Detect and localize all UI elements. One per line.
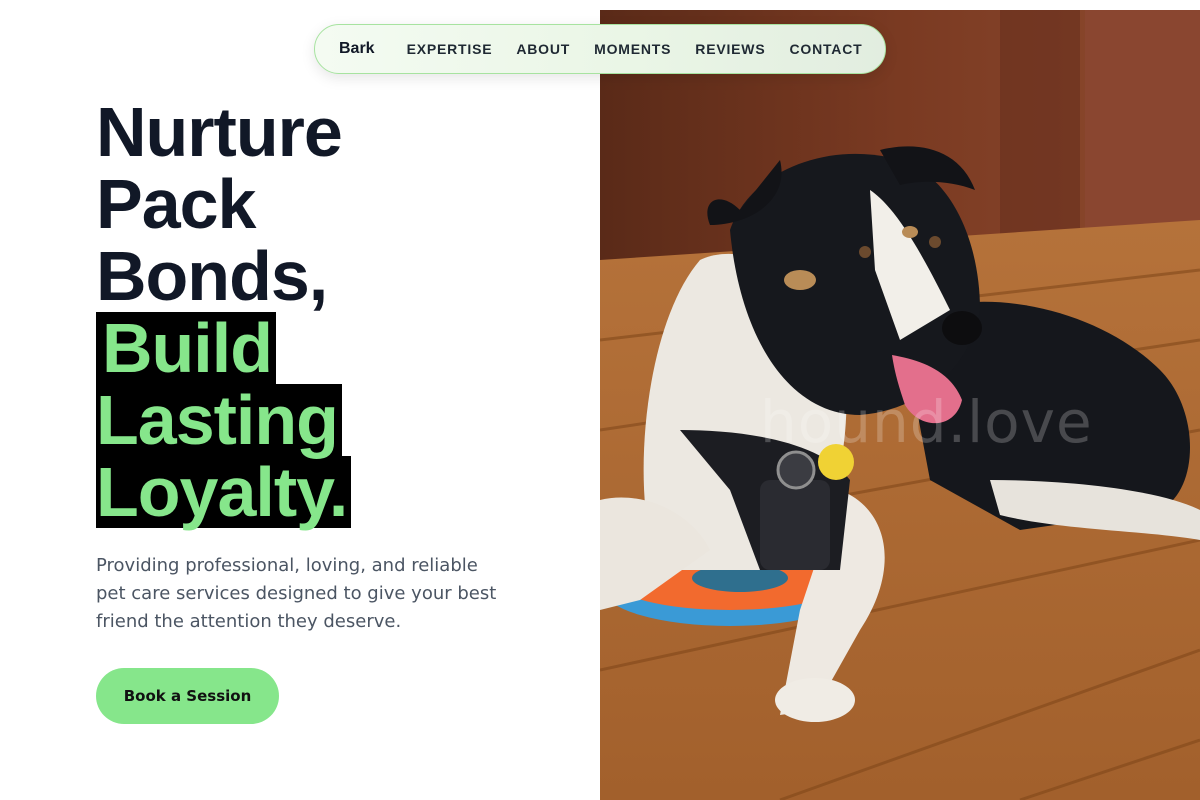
- watermark-text: hound.love: [760, 388, 1093, 456]
- hero-headline: Nurture Pack Bonds, Build Lasting Loyalt…: [96, 93, 352, 528]
- headline-line-1: Nurture: [96, 93, 343, 171]
- headline-line-2: Pack: [96, 165, 256, 243]
- headline-highlight-line-3: Loyalty.: [96, 456, 352, 528]
- brand-logo[interactable]: Bark: [339, 40, 375, 58]
- hero-subtext: Providing professional, loving, and reli…: [96, 555, 497, 632]
- nav-link-contact[interactable]: CONTACT: [789, 41, 862, 57]
- nav-link-expertise[interactable]: EXPERTISE: [407, 41, 493, 57]
- nav-link-moments[interactable]: MOMENTS: [594, 41, 671, 57]
- nav-link-reviews[interactable]: REVIEWS: [695, 41, 765, 57]
- headline-highlight-line-1: Build: [96, 312, 276, 384]
- headline-line-3: Bonds,: [96, 237, 328, 315]
- headline-highlight-line-2: Lasting: [96, 384, 342, 456]
- nav-link-about[interactable]: ABOUT: [516, 41, 570, 57]
- nav-links: EXPERTISE ABOUT MOMENTS REVIEWS CONTACT: [407, 41, 863, 57]
- top-nav: Bark EXPERTISE ABOUT MOMENTS REVIEWS CON…: [314, 24, 886, 74]
- hero-dog-photo: hound.love: [600, 10, 1200, 800]
- book-session-button[interactable]: Book a Session: [96, 668, 279, 724]
